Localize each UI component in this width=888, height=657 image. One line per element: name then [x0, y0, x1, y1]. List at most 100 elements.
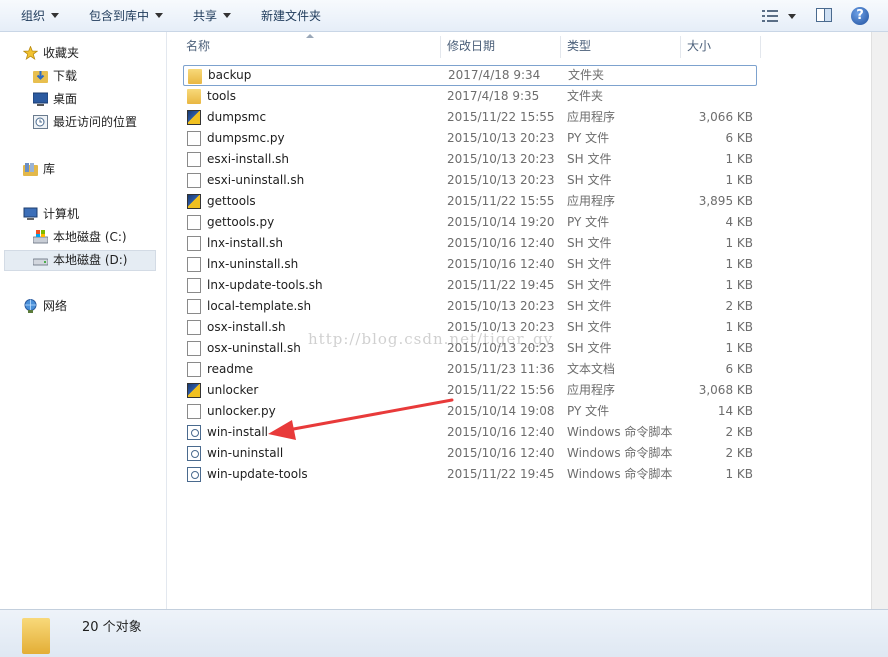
nav-label: 本地磁盘 (C:) — [53, 230, 127, 244]
file-type: PY 文件 — [567, 131, 610, 145]
file-type: PY 文件 — [567, 404, 610, 418]
file-row[interactable]: backup 2017/4/18 9:34 文件夹 — [183, 65, 757, 86]
file-size: 1 KB — [725, 152, 753, 166]
file-row[interactable]: gettools 2015/11/22 15:55 应用程序 3,895 KB — [183, 191, 757, 212]
file-date-modified: 2015/10/14 19:08 — [447, 404, 555, 418]
file-size: 6 KB — [725, 131, 753, 145]
details-pane: 20 个对象 — [0, 609, 888, 657]
file-type: 文件夹 — [567, 89, 604, 103]
document-icon — [187, 173, 201, 188]
file-name: lnx-update-tools.sh — [207, 278, 323, 292]
file-name: gettools.py — [207, 215, 275, 229]
file-date-modified: 2015/10/16 12:40 — [447, 425, 555, 439]
file-size: 2 KB — [725, 446, 753, 460]
file-size: 3,895 KB — [698, 194, 753, 208]
file-row[interactable]: esxi-install.sh 2015/10/13 20:23 SH 文件 1 KB — [183, 149, 757, 170]
file-date-modified: 2015/10/13 20:23 — [447, 131, 555, 145]
nav-label: 库 — [43, 162, 56, 176]
file-date-modified: 2015/10/16 12:40 — [447, 236, 555, 250]
nav-label: 下载 — [53, 69, 78, 83]
column-header-type[interactable]: 类型 — [567, 32, 591, 60]
file-name: win-install — [207, 425, 269, 439]
file-date-modified: 2015/10/13 20:23 — [447, 173, 555, 187]
file-type: SH 文件 — [567, 257, 612, 271]
file-row[interactable]: lnx-uninstall.sh 2015/10/16 12:40 SH 文件 1 K… — [183, 254, 757, 275]
change-view-icon[interactable] — [762, 10, 778, 22]
file-row[interactable]: win-install 2015/10/16 12:40 Windows 命令脚本 2… — [183, 422, 757, 443]
column-header-date-modified[interactable]: 修改日期 — [447, 32, 495, 60]
batch-script-icon — [187, 446, 201, 461]
file-row[interactable]: win-update-tools 2015/11/22 19:45 Windows … — [183, 464, 757, 485]
column-header-name[interactable]: 名称 — [186, 32, 210, 60]
file-type: 应用程序 — [567, 383, 616, 397]
file-row[interactable]: lnx-update-tools.sh 2015/11/22 19:45 SH 文件… — [183, 275, 757, 296]
help-icon[interactable]: ? — [851, 7, 869, 25]
document-icon — [187, 299, 201, 314]
file-date-modified: 2015/10/16 12:40 — [447, 446, 555, 460]
file-type: SH 文件 — [567, 278, 612, 292]
star-icon — [23, 46, 38, 60]
file-row[interactable]: unlocker 2015/11/22 15:56 应用程序 3,068 KB — [183, 380, 757, 401]
file-row[interactable]: unlocker.py 2015/10/14 19:08 PY 文件 14 KB — [183, 401, 757, 422]
file-date-modified: 2017/4/18 9:35 — [447, 89, 540, 103]
file-row[interactable]: dumpsmc 2015/11/22 15:55 应用程序 3,066 KB — [183, 107, 757, 128]
file-type: SH 文件 — [567, 341, 612, 355]
file-name: readme — [207, 362, 254, 376]
file-date-modified: 2015/11/22 15:55 — [447, 194, 555, 208]
organize-label: 组织 — [21, 9, 46, 23]
view-options-chevron-icon[interactable] — [788, 14, 796, 19]
libraries-icon — [23, 163, 38, 176]
file-size: 14 KB — [717, 404, 753, 418]
column-divider[interactable] — [760, 36, 761, 58]
file-name: gettools — [207, 194, 256, 208]
folder-icon — [188, 69, 202, 84]
file-row[interactable]: readme 2015/11/23 11:36 文本文档 6 KB — [183, 359, 757, 380]
share-button[interactable]: 共享 — [193, 0, 232, 32]
file-size: 6 KB — [725, 362, 753, 376]
file-row[interactable]: esxi-uninstall.sh 2015/10/13 20:23 SH 文件 1 … — [183, 170, 757, 191]
include-in-library-label: 包含到库中 — [89, 9, 150, 23]
column-header-size[interactable]: 大小 — [687, 32, 711, 60]
file-row[interactable]: gettools.py 2015/10/14 19:20 PY 文件 4 KB — [183, 212, 757, 233]
column-divider[interactable] — [440, 36, 441, 58]
file-type: SH 文件 — [567, 236, 612, 250]
file-row[interactable]: dumpsmc.py 2015/10/13 20:23 PY 文件 6 KB — [183, 128, 757, 149]
file-size: 3,066 KB — [698, 110, 753, 124]
file-name: osx-uninstall.sh — [207, 341, 301, 355]
organize-button[interactable]: 组织 — [21, 0, 60, 32]
column-divider[interactable] — [560, 36, 561, 58]
file-name: esxi-uninstall.sh — [207, 173, 305, 187]
document-icon — [187, 320, 201, 335]
nav-label: 收藏夹 — [43, 46, 80, 60]
file-name: dumpsmc.py — [207, 131, 285, 145]
new-folder-button[interactable]: 新建文件夹 — [261, 0, 321, 32]
file-name: lnx-install.sh — [207, 236, 283, 250]
downloads-folder-icon — [33, 71, 48, 83]
vertical-scrollbar[interactable] — [871, 32, 888, 609]
preview-pane-icon[interactable] — [816, 8, 832, 22]
desktop-icon — [33, 92, 48, 106]
file-row[interactable]: local-template.sh 2015/10/13 20:23 SH 文件 2 … — [183, 296, 757, 317]
file-row[interactable]: lnx-install.sh 2015/10/16 12:40 SH 文件 1 KB — [183, 233, 757, 254]
nav-label: 桌面 — [53, 92, 78, 106]
column-divider[interactable] — [680, 36, 681, 58]
file-date-modified: 2015/11/22 15:56 — [447, 383, 555, 397]
file-row[interactable]: tools 2017/4/18 9:35 文件夹 — [183, 86, 757, 107]
share-label: 共享 — [193, 9, 218, 23]
file-date-modified: 2015/11/23 11:36 — [447, 362, 555, 376]
file-row[interactable]: win-uninstall 2015/10/16 12:40 Windows 命令脚… — [183, 443, 757, 464]
document-icon — [187, 341, 201, 356]
document-icon — [187, 278, 201, 293]
file-date-modified: 2015/10/13 20:23 — [447, 299, 555, 313]
include-in-library-button[interactable]: 包含到库中 — [89, 0, 164, 32]
file-type: Windows 命令脚本 — [567, 425, 673, 439]
file-type: 应用程序 — [567, 194, 616, 208]
file-date-modified: 2015/10/16 12:40 — [447, 257, 555, 271]
recent-places-icon — [33, 115, 48, 129]
command-bar: 组织 包含到库中 共享 新建文件夹 ? — [0, 0, 888, 32]
file-type: SH 文件 — [567, 320, 612, 334]
column-header-label: 类型 — [567, 39, 592, 53]
file-date-modified: 2015/11/22 19:45 — [447, 278, 555, 292]
system-drive-icon — [33, 230, 48, 244]
new-folder-label: 新建文件夹 — [261, 9, 322, 23]
